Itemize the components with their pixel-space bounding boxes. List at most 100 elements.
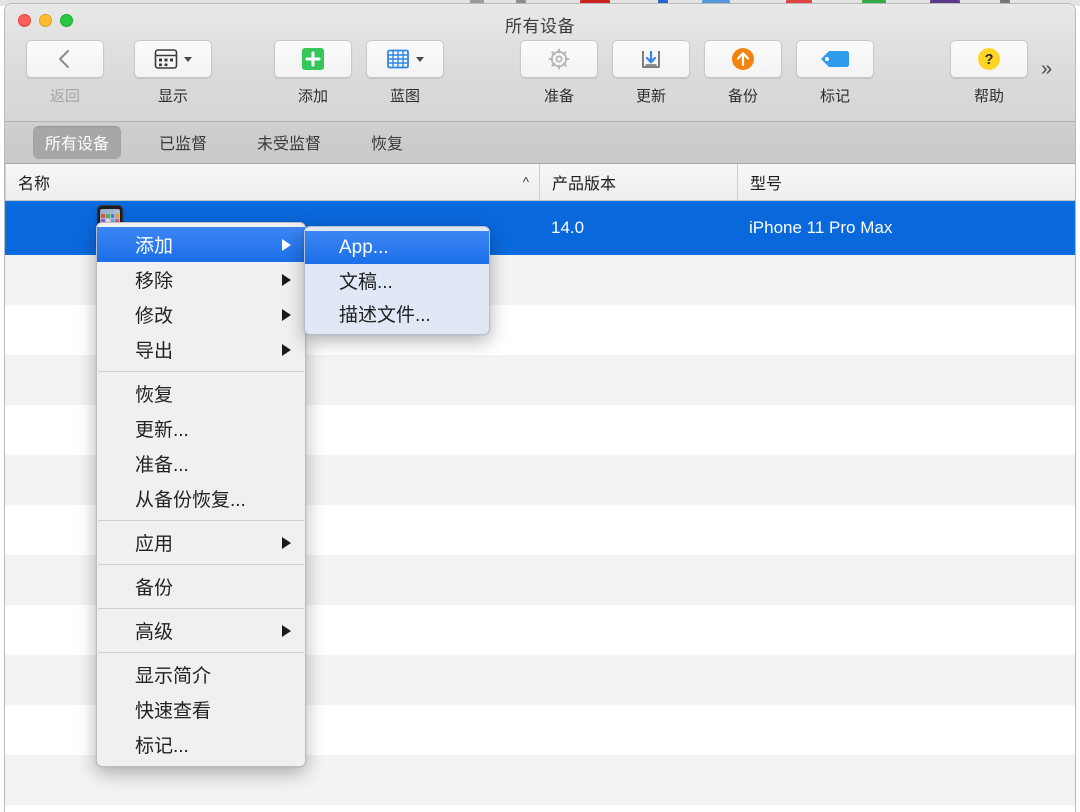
menu-item-label: 标记... — [135, 736, 189, 757]
toolbar-button-surface-2[interactable] — [274, 40, 352, 78]
menu-item-label: 更新... — [135, 420, 189, 441]
menu-item-9[interactable]: 备份 — [97, 569, 305, 604]
submenu-arrow-icon — [282, 343, 291, 356]
menu-item-0[interactable]: 添加 — [97, 227, 305, 262]
window-title: 所有设备 — [505, 17, 575, 36]
svg-text:?: ? — [985, 52, 994, 68]
menu-separator — [98, 652, 304, 653]
toolbar-button-1[interactable]: 显示 — [127, 40, 219, 106]
toolbar-button-8[interactable]: ? 帮助 — [943, 40, 1035, 106]
tab-3[interactable]: 恢复 — [359, 126, 415, 159]
toolbar-button-label: 备份 — [727, 88, 758, 105]
toolbar: 返回 显示 添加 蓝图 准备 更新 备份 标记 ? 帮助 » — [5, 40, 1075, 112]
submenu-item-1[interactable]: 文稿... — [305, 264, 489, 297]
menu-item-8[interactable]: 应用 — [97, 525, 305, 560]
submenu-item-label: 描述文件... — [339, 305, 431, 326]
menu-separator — [98, 564, 304, 565]
submenu-item-label: 文稿... — [339, 272, 393, 293]
submenu-arrow-icon — [282, 273, 291, 286]
toolbar-button-label: 添加 — [297, 88, 328, 105]
menu-item-label: 备份 — [135, 578, 174, 599]
column-header-product-version-label: 产品版本 — [552, 176, 617, 193]
submenu-arrow-icon — [282, 624, 291, 637]
menu-item-13[interactable]: 标记... — [97, 727, 305, 762]
tag-icon — [821, 51, 850, 67]
column-header-model-label: 型号 — [750, 176, 783, 193]
toolbar-button-4[interactable]: 准备 — [513, 40, 605, 106]
menu-item-label: 恢复 — [135, 385, 174, 406]
toolbar-button-label: 显示 — [157, 88, 188, 105]
toolbar-button-0[interactable]: 返回 — [19, 40, 111, 106]
toolbar-button-surface-4[interactable] — [520, 40, 598, 78]
menu-item-12[interactable]: 快速查看 — [97, 692, 305, 727]
tab-label: 所有设备 — [45, 136, 110, 153]
toolbar-button-surface-8[interactable]: ? — [950, 40, 1028, 78]
sort-ascending-icon: ^ — [522, 174, 529, 190]
menu-item-2[interactable]: 修改 — [97, 297, 305, 332]
toolbar-button-3[interactable]: 蓝图 — [359, 40, 451, 106]
menu-item-label: 添加 — [135, 236, 174, 257]
toolbar-button-surface-6[interactable] — [704, 40, 782, 78]
menu-item-5[interactable]: 更新... — [97, 411, 305, 446]
toolbar-button-surface-7[interactable] — [796, 40, 874, 78]
submenu-arrow-icon — [282, 308, 291, 321]
menu-item-label: 快速查看 — [135, 701, 212, 722]
question-circle-icon: ? — [978, 48, 1000, 70]
submenu-item-2[interactable]: 描述文件... — [305, 297, 489, 330]
titlebar: 所有设备 返回 显示 添加 蓝图 准备 更新 备份 标记 ? 帮助 » — [5, 4, 1075, 122]
menu-item-4[interactable]: 恢复 — [97, 376, 305, 411]
menu-item-label: 高级 — [135, 622, 174, 643]
submenu-arrow-icon — [282, 238, 291, 251]
up-arrow-circle-icon — [732, 48, 754, 70]
toolbar-button-surface-0[interactable] — [26, 40, 104, 78]
tab-bar: 所有设备 已监督 未受监督 恢复 — [5, 122, 1075, 164]
table-column-header: 名称 ^ 产品版本 型号 — [5, 164, 1075, 201]
toolbar-button-6[interactable]: 备份 — [697, 40, 789, 106]
menu-item-11[interactable]: 显示简介 — [97, 657, 305, 692]
menu-item-label: 从备份恢复... — [135, 490, 246, 511]
tab-label: 已监督 — [159, 136, 208, 153]
toolbar-button-5[interactable]: 更新 — [605, 40, 697, 106]
tab-2[interactable]: 未受监督 — [245, 126, 333, 159]
context-menu[interactable]: 添加 移除 修改 导出 恢复 更新... 准备... 从备份恢复... 应用 备… — [96, 222, 306, 767]
menu-separator — [98, 608, 304, 609]
cell-product-version: 14.0 — [551, 218, 585, 237]
cell-model: iPhone 11 Pro Max — [749, 218, 893, 237]
toolbar-button-label: 标记 — [819, 88, 850, 105]
toolbar-button-surface-5[interactable] — [612, 40, 690, 78]
plus-green-icon — [302, 48, 324, 70]
submenu-item-label: App... — [339, 236, 389, 258]
toolbar-button-surface-3[interactable] — [366, 40, 444, 78]
menu-separator — [98, 520, 304, 521]
toolbar-button-7[interactable]: 标记 — [789, 40, 881, 106]
tab-label: 恢复 — [371, 136, 404, 153]
menu-item-label: 应用 — [135, 534, 174, 555]
column-header-model[interactable]: 型号 — [737, 164, 1075, 200]
gear-icon — [548, 48, 570, 70]
tab-1[interactable]: 已监督 — [147, 126, 219, 159]
column-header-product-version[interactable]: 产品版本 — [539, 164, 737, 200]
chevron-down-icon[interactable] — [184, 56, 192, 62]
blueprint-grid-icon — [387, 49, 409, 69]
toolbar-button-2[interactable]: 添加 — [267, 40, 359, 106]
menu-item-6[interactable]: 准备... — [97, 446, 305, 481]
screen: 所有设备 返回 显示 添加 蓝图 准备 更新 备份 标记 ? 帮助 » 所有设备… — [0, 0, 1080, 812]
column-header-name[interactable]: 名称 ^ — [5, 164, 539, 200]
menu-item-1[interactable]: 移除 — [97, 262, 305, 297]
toolbar-overflow-button[interactable]: » — [1041, 58, 1052, 81]
toolbar-button-label: 准备 — [543, 88, 574, 105]
toolbar-button-surface-1[interactable] — [134, 40, 212, 78]
context-submenu-add[interactable]: App... 文稿... 描述文件... — [304, 226, 490, 335]
tab-label: 未受监督 — [257, 136, 322, 153]
menu-item-7[interactable]: 从备份恢复... — [97, 481, 305, 516]
menu-item-3[interactable]: 导出 — [97, 332, 305, 367]
menu-item-label: 导出 — [135, 341, 174, 362]
column-header-name-label: 名称 — [18, 176, 51, 193]
tab-0[interactable]: 所有设备 — [33, 126, 122, 159]
chevron-down-icon[interactable] — [416, 56, 424, 62]
toolbar-button-label: 蓝图 — [389, 88, 420, 105]
menu-item-label: 修改 — [135, 306, 174, 327]
submenu-item-0[interactable]: App... — [305, 231, 489, 264]
menu-item-10[interactable]: 高级 — [97, 613, 305, 648]
menu-item-label: 准备... — [135, 455, 189, 476]
